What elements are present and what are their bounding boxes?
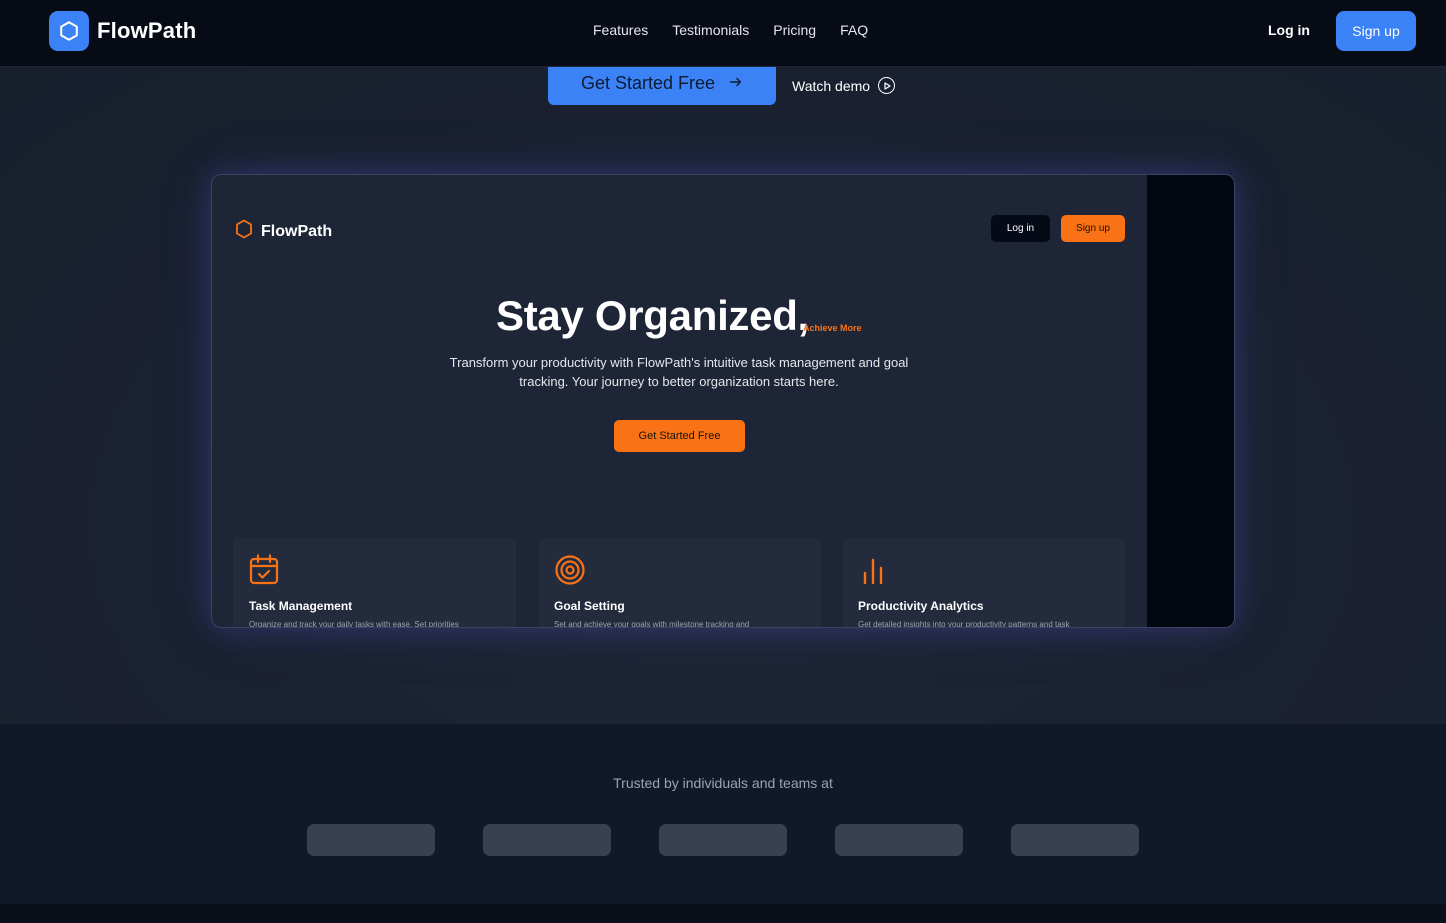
feature-card-desc: Get detailed insights into your producti… [858, 620, 1070, 628]
company-logo-placeholder [1011, 824, 1139, 856]
nav-links: Features Testimonials Pricing FAQ [593, 22, 868, 38]
hero-section: Get Started Free Watch demo FlowPath Log… [0, 62, 1446, 724]
play-circle-icon [878, 77, 896, 94]
feature-card-desc: Set and achieve your goals with mileston… [554, 620, 750, 628]
preview-brand-name: FlowPath [261, 222, 333, 240]
company-logo-placeholder [483, 824, 611, 856]
feature-card-title: Goal Setting [554, 599, 625, 613]
brand-name: FlowPath [97, 18, 197, 43]
preview-brand: FlowPath [235, 219, 332, 244]
watch-demo-label: Watch demo [792, 77, 871, 94]
nav-link-pricing[interactable]: Pricing [773, 22, 816, 38]
watch-demo-button[interactable]: Watch demo [792, 77, 896, 94]
arrow-right-icon [729, 73, 743, 94]
company-logo-placeholder [307, 824, 435, 856]
brand[interactable]: FlowPath [49, 11, 196, 51]
preview-dark-panel [1147, 175, 1234, 627]
calendar-check-icon [249, 554, 279, 586]
trusted-label: Trusted by individuals and teams at [613, 775, 833, 791]
bar-chart-icon [858, 554, 888, 586]
feature-card-task-management: Task Management Organize and track your … [233, 538, 516, 628]
signup-button[interactable]: Sign up [1336, 11, 1416, 51]
company-logo-placeholder [835, 824, 963, 856]
nav-link-testimonials[interactable]: Testimonials [672, 22, 749, 38]
top-nav: FlowPath Features Testimonials Pricing F… [0, 0, 1446, 67]
get-started-label: Get Started Free [580, 73, 716, 93]
get-started-button[interactable]: Get Started Free [548, 62, 776, 105]
preview-headline: Stay Organized, [496, 292, 809, 339]
preview-signup-button[interactable]: Sign up [1061, 215, 1125, 242]
feature-card-title: Task Management [249, 599, 353, 613]
nav-link-faq[interactable]: FAQ [840, 22, 868, 38]
preview-hexagon-logo-icon [235, 219, 253, 244]
target-icon [554, 554, 585, 586]
feature-card-goal-setting: Goal Setting Set and achieve your goals … [538, 538, 821, 628]
login-link[interactable]: Log in [1268, 22, 1310, 38]
company-logo-placeholder [659, 824, 787, 856]
preview-headline-accent: Achieve More [803, 323, 862, 333]
trusted-section: Trusted by individuals and teams at [0, 724, 1446, 904]
feature-card-title: Productivity Analytics [858, 599, 984, 613]
feature-card-desc: Organize and track your daily tasks with… [249, 620, 459, 628]
preview-subtitle: Transform your productivity with FlowPat… [449, 355, 909, 389]
preview-login-button[interactable]: Log in [991, 215, 1050, 242]
app-preview: FlowPath Log in Sign up Stay Organized, … [211, 174, 1235, 628]
feature-card-productivity-analytics: Productivity Analytics Get detailed insi… [842, 538, 1125, 628]
nav-link-features[interactable]: Features [593, 22, 648, 38]
preview-get-started-button[interactable]: Get Started Free [614, 420, 745, 452]
footer-edge [0, 904, 1446, 923]
hexagon-logo-icon [49, 11, 89, 51]
